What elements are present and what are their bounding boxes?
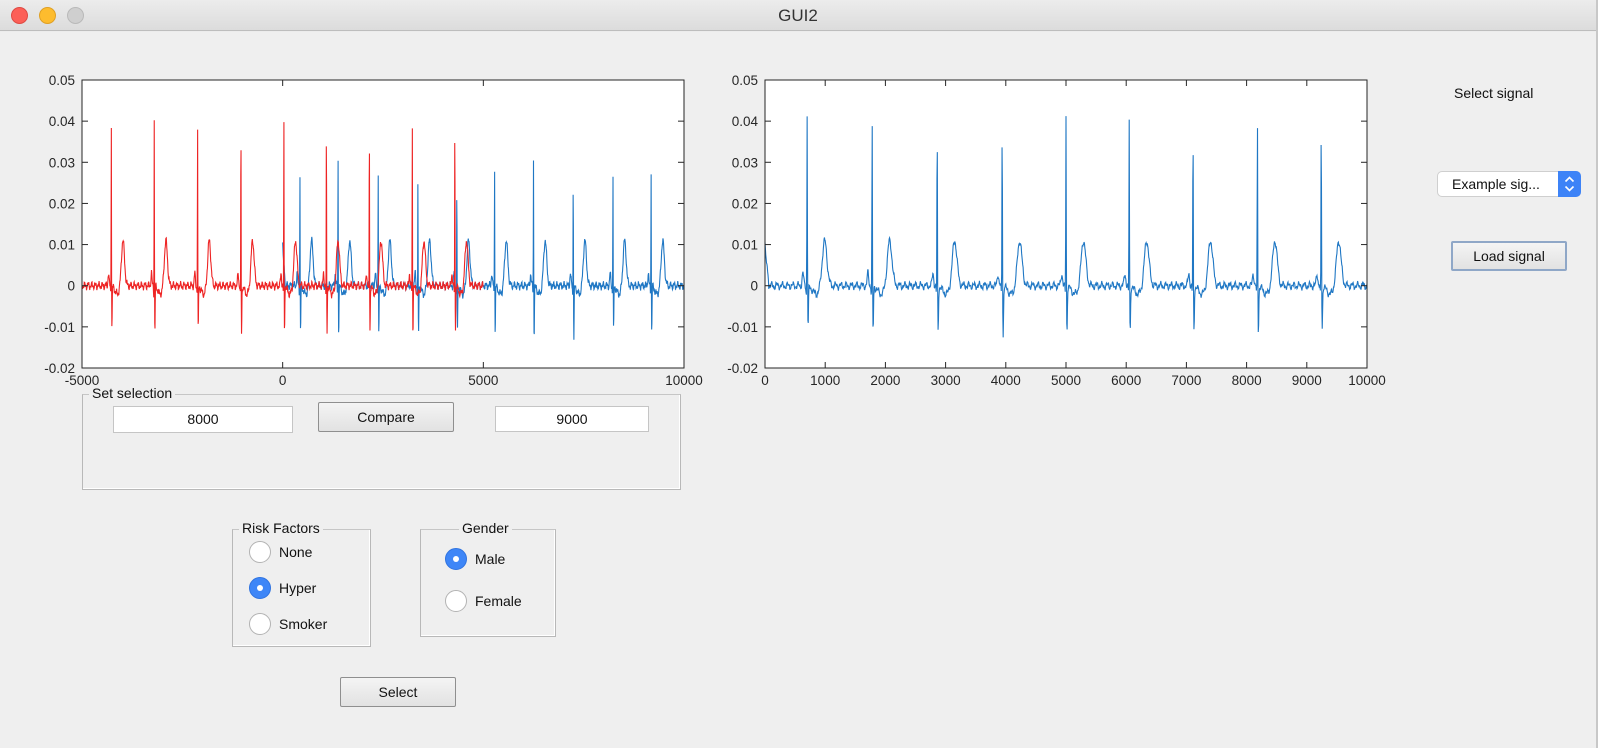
x-tick-label: 9000	[1292, 373, 1322, 388]
y-tick-label: -0.01	[44, 320, 75, 335]
y-tick-label: 0.02	[732, 196, 758, 211]
comparison-plot[interactable]: -5000 0 5000 10000-0.02-0.0100.010.020.030.…	[44, 73, 703, 388]
gender-option-male[interactable]: Male	[445, 548, 505, 570]
radio-button[interactable]	[445, 590, 467, 612]
y-tick-label: 0.04	[732, 114, 759, 129]
figure-content: -5000 0 5000 10000 -0.02 -0.01 0 0.01 0.02 0.03 0.…	[0, 32, 1596, 748]
signal-plot[interactable]: 0 1000 2000 3000 4000 5000 6000 7000 8000 9000 100…	[727, 73, 1386, 388]
radio-label: Hyper	[279, 580, 317, 596]
radio-button[interactable]	[249, 541, 271, 563]
x-tick-label: 0	[761, 373, 769, 388]
y-tick-label: 0.05	[732, 73, 758, 88]
radio-button-selected[interactable]	[445, 548, 467, 570]
radio-label: None	[279, 544, 313, 560]
y-tick-label: 0	[750, 279, 758, 294]
x-tick-label: 5000	[1051, 373, 1081, 388]
risk-option-none[interactable]: None	[249, 541, 312, 563]
x-tick-label: 0	[279, 373, 287, 388]
y-tick-label: 0.04	[49, 114, 76, 129]
gender-title: Gender	[459, 520, 512, 536]
y-tick-label: 0.01	[49, 238, 75, 253]
y-tick-label: 0.05	[49, 73, 75, 88]
risk-option-hyper[interactable]: Hyper	[249, 577, 316, 599]
x-tick-label: 2000	[870, 373, 900, 388]
window-title: GUI2	[778, 6, 818, 25]
title-bar: GUI2	[0, 0, 1596, 31]
load-signal-button[interactable]: Load signal	[1451, 241, 1567, 271]
chevron-updown-icon	[1558, 171, 1581, 197]
x-tick-label: 6000	[1111, 373, 1141, 388]
x-tick-label: 10000	[1348, 373, 1386, 388]
x-tick-label: 5000	[468, 373, 498, 388]
x-tick-label: 3000	[931, 373, 961, 388]
x-tick-label: 1000	[810, 373, 840, 388]
y-tick-label: -0.02	[44, 361, 75, 376]
selection-start-input[interactable]: 8000	[113, 406, 293, 433]
radio-label: Female	[475, 593, 522, 609]
y-tick-label: 0	[67, 279, 75, 294]
x-tick-label: 10000	[665, 373, 703, 388]
x-tick-label: 7000	[1171, 373, 1201, 388]
y-tick-label: 0.03	[49, 155, 75, 170]
compare-button[interactable]: Compare	[318, 402, 454, 432]
signal-dropdown-value: Example sig...	[1452, 176, 1540, 192]
radio-button-selected[interactable]	[249, 577, 271, 599]
x-tick-label: 4000	[991, 373, 1021, 388]
radio-button[interactable]	[249, 613, 271, 635]
x-tick-label: 8000	[1232, 373, 1262, 388]
y-tick-label: -0.02	[727, 361, 758, 376]
plot-area	[81, 79, 685, 369]
risk-factors-title: Risk Factors	[239, 520, 323, 536]
radio-label: Smoker	[279, 616, 328, 632]
radio-label: Male	[475, 551, 506, 567]
risk-option-smoker[interactable]: Smoker	[249, 613, 327, 635]
selection-end-input[interactable]: 9000	[495, 406, 649, 432]
app-window: GUI2 -5000 0 5000 10000 -0.02 -0.01 0 0.01 0.02 0…	[0, 0, 1598, 748]
select-signal-label: Select signal	[1454, 85, 1534, 101]
y-tick-label: -0.01	[727, 320, 758, 335]
y-tick-label: 0.02	[49, 196, 75, 211]
gender-panel: Gender	[420, 520, 556, 637]
y-tick-label: 0.03	[732, 155, 758, 170]
signal-dropdown[interactable]: Example sig...	[1437, 171, 1581, 197]
select-button[interactable]: Select	[340, 677, 456, 707]
y-tick-label: 0.01	[732, 238, 758, 253]
set-selection-title: Set selection	[89, 385, 176, 401]
gender-option-female[interactable]: Female	[445, 590, 522, 612]
